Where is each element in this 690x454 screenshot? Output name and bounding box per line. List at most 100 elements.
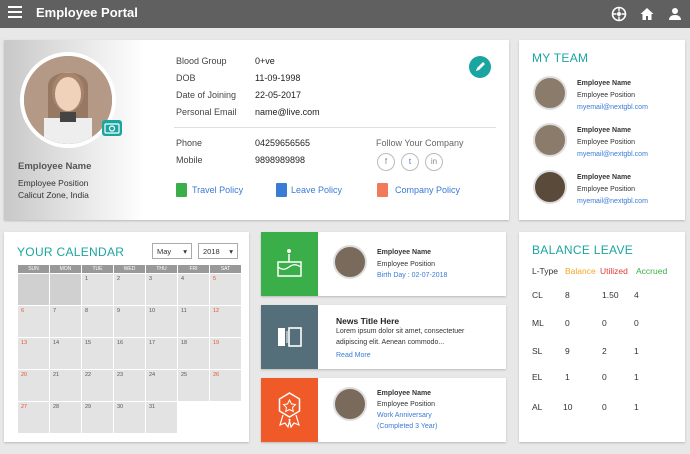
leave-type: SL	[532, 346, 543, 356]
member-email[interactable]: myemail@nextgbl.com	[577, 104, 648, 111]
day-cell[interactable]: 9	[114, 306, 145, 337]
day-cell[interactable]: 26	[210, 370, 241, 401]
my-team-title: MY TEAM	[532, 51, 589, 65]
birthday-name: Employee Name	[377, 249, 432, 256]
blood-group-value: 0+ve	[255, 56, 275, 66]
day-cell[interactable]: 23	[114, 370, 145, 401]
leave-accrued: 1	[634, 346, 639, 356]
col-header-utilized: Utilized	[600, 266, 628, 276]
leave-type: CL	[532, 290, 543, 300]
camera-icon[interactable]	[102, 120, 122, 136]
col-header-balance: Balance	[565, 266, 596, 276]
team-member[interactable]: Employee Name Employee Position myemail@…	[533, 170, 683, 208]
day-cell[interactable]: 2	[114, 274, 145, 305]
leave-utilized: 0	[602, 318, 607, 328]
cake-icon	[277, 249, 302, 277]
anniversary-panel	[261, 378, 318, 442]
year-select[interactable]: 2018 ▾	[198, 243, 238, 259]
day-cell[interactable]: 19	[210, 338, 241, 369]
leave-balance: 0	[565, 318, 570, 328]
team-member[interactable]: Employee Name Employee Position myemail@…	[533, 123, 683, 161]
weekday-label: MON	[50, 265, 81, 273]
user-icon[interactable]	[667, 6, 683, 22]
member-email[interactable]: myemail@nextgbl.com	[577, 198, 648, 205]
day-cell[interactable]: 21	[50, 370, 81, 401]
week-row: 1 2 3 4 5	[18, 274, 242, 305]
day-cell[interactable]: 24	[146, 370, 177, 401]
twitter-icon[interactable]: t	[401, 153, 419, 171]
day-cell[interactable]: 30	[114, 402, 145, 433]
day-cell[interactable]: 29	[82, 402, 113, 433]
read-more-link[interactable]: Read More	[336, 352, 371, 359]
day-cell	[178, 402, 209, 433]
dob-label: DOB	[176, 73, 196, 83]
travel-policy-link[interactable]: Travel Policy	[192, 185, 243, 195]
company-policy-link[interactable]: Company Policy	[395, 185, 460, 195]
day-cell[interactable]: 28	[50, 402, 81, 433]
day-cell[interactable]: 27	[18, 402, 49, 433]
week-row: 6 7 8 9 10 11 12	[18, 306, 242, 337]
leave-balance: 1	[565, 372, 570, 382]
document-icon	[276, 183, 287, 197]
day-cell[interactable]: 1	[82, 274, 113, 305]
settings-icon[interactable]	[611, 6, 627, 22]
mobile-value: 9898989898	[255, 155, 306, 165]
news-text-line2: adipiscing elit. Aenean commodo...	[336, 339, 445, 346]
chevron-down-icon: ▾	[229, 247, 233, 256]
day-cell[interactable]: 6	[18, 306, 49, 337]
day-cell[interactable]: 7	[50, 306, 81, 337]
weekday-label: WED	[114, 265, 145, 273]
award-icon	[278, 392, 301, 429]
day-cell[interactable]: 4	[178, 274, 209, 305]
anniversary-card[interactable]: Employee Name Employee Position Work Ann…	[261, 378, 506, 442]
app-title: Employee Portal	[36, 5, 138, 20]
member-position: Employee Position	[577, 186, 635, 193]
leave-balance: 10	[563, 402, 573, 412]
day-cell[interactable]: 10	[146, 306, 177, 337]
menu-icon[interactable]	[8, 6, 22, 18]
avatar	[333, 245, 367, 279]
anniversary-name: Employee Name	[377, 390, 432, 397]
member-email[interactable]: myemail@nextgbl.com	[577, 151, 648, 158]
birthday-date: Birth Day : 02-07-2018	[377, 272, 448, 279]
day-cell[interactable]: 18	[178, 338, 209, 369]
member-name: Employee Name	[577, 174, 632, 181]
day-cell[interactable]: 25	[178, 370, 209, 401]
weekday-label: SUN	[18, 265, 49, 273]
news-icon	[278, 327, 302, 347]
day-cell[interactable]: 22	[82, 370, 113, 401]
week-row: 13 14 15 16 17 18 19	[18, 338, 242, 369]
team-member[interactable]: Employee Name Employee Position myemail@…	[533, 76, 683, 114]
day-cell[interactable]: 12	[210, 306, 241, 337]
calendar-card: YOUR CALENDAR May ▾ 2018 ▾ SUN MON TUE WED…	[4, 232, 249, 442]
leave-utilized: 2	[602, 346, 607, 356]
home-icon[interactable]	[639, 6, 655, 22]
day-cell[interactable]: 3	[146, 274, 177, 305]
edit-button[interactable]	[469, 56, 491, 78]
day-cell[interactable]: 15	[82, 338, 113, 369]
linkedin-icon[interactable]: in	[425, 153, 443, 171]
day-cell[interactable]: 17	[146, 338, 177, 369]
week-row: 27 28 29 30 31	[18, 402, 242, 433]
birthday-panel	[261, 232, 318, 296]
day-cell[interactable]: 8	[82, 306, 113, 337]
day-cell[interactable]: 14	[50, 338, 81, 369]
weekday-label: THU	[146, 265, 177, 273]
blood-group-label: Blood Group	[176, 56, 227, 66]
chevron-down-icon: ▾	[183, 247, 187, 256]
day-cell[interactable]: 31	[146, 402, 177, 433]
day-cell[interactable]: 16	[114, 338, 145, 369]
day-cell[interactable]: 5	[210, 274, 241, 305]
facebook-icon[interactable]: f	[377, 153, 395, 171]
year-value: 2018	[203, 247, 220, 256]
news-card[interactable]: News Title Here Lorem ipsum dolor sit am…	[261, 305, 506, 369]
birthday-card[interactable]: Employee Name Employee Position Birth Da…	[261, 232, 506, 296]
leave-policy-link[interactable]: Leave Policy	[291, 185, 342, 195]
month-select[interactable]: May ▾	[152, 243, 192, 259]
day-cell[interactable]: 11	[178, 306, 209, 337]
day-cell[interactable]: 13	[18, 338, 49, 369]
day-cell[interactable]: 20	[18, 370, 49, 401]
leave-type: AL	[532, 402, 543, 412]
profile-position: Employee Position	[18, 178, 89, 188]
leave-accrued: 1	[634, 372, 639, 382]
